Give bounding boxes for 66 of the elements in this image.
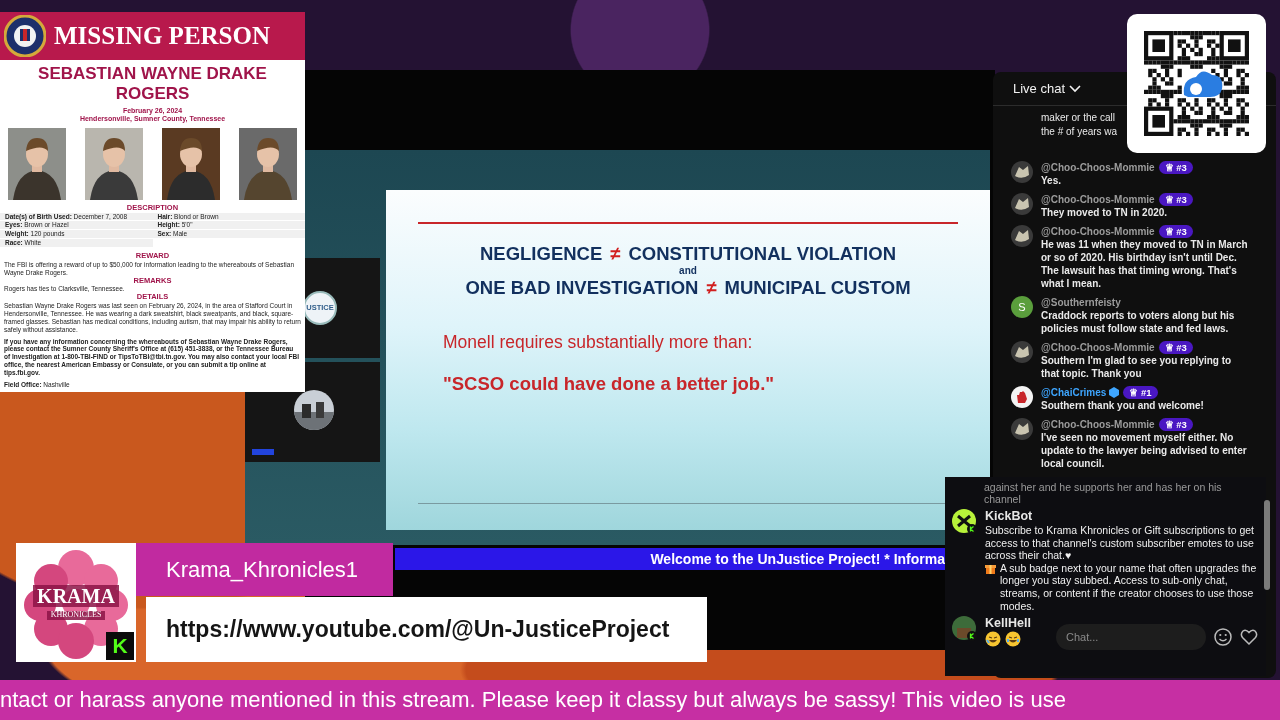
- logo-subtext: KHRONICLES: [46, 611, 106, 620]
- chat-input[interactable]: Chat...: [1056, 624, 1206, 651]
- chat-author[interactable]: KickBot: [985, 509, 1257, 524]
- avatar-letter: S: [1011, 296, 1033, 318]
- chat-author[interactable]: @Choo-Choos-Mommie: [1041, 193, 1155, 206]
- logo-text: KRAMA: [33, 585, 119, 608]
- not-equal-sign: ≠: [706, 276, 717, 300]
- message-text: Yes.: [1041, 174, 1063, 187]
- slide-text: Monell requires substantially more than:: [443, 331, 753, 355]
- avatar-icon: [952, 616, 977, 642]
- slide-heading: CONSTITUTIONAL VIOLATION: [628, 242, 896, 266]
- member-badge: ♕ #3: [1158, 418, 1193, 431]
- member-badge: ♕ #3: [1158, 193, 1193, 206]
- avatar-icon: [1011, 418, 1033, 440]
- chat-author[interactable]: @Choo-Choos-Mommie: [1041, 225, 1155, 238]
- message-text: Southern I'm glad to see you replying to that topic. Thank you: [1041, 354, 1233, 380]
- slide-heading: ONE BAD INVESTIGATION: [465, 276, 699, 300]
- poster-title: MISSING PERSON: [54, 21, 270, 52]
- bot-avatar-icon: [952, 509, 977, 534]
- chat-author[interactable]: @Choo-Choos-Mommie: [1041, 418, 1155, 431]
- smiley-icon: [1214, 628, 1232, 647]
- message-text: Subscribe to Krama Khronicles or Gift subscriptions to get access to that channel's custom subscriber emotes to use across their chat.♥: [985, 524, 1256, 562]
- chat-author[interactable]: @Choo-Choos-Mommie: [1041, 341, 1155, 354]
- member-badge: ♕ #3: [1158, 341, 1193, 354]
- member-badge: ♕ #3: [1158, 161, 1193, 174]
- slide-heading: NEGLIGENCE: [479, 242, 603, 266]
- message-text: Craddock reports to voters along but his policies must follow state and fed laws.: [1041, 309, 1236, 335]
- chat-mode-dropdown[interactable]: Live chat: [1013, 78, 1082, 99]
- message-text: I've seen no movement myself either. No update to the lawyer being advised to enter local council.: [1041, 431, 1248, 470]
- avatar-icon: [1011, 341, 1033, 363]
- message-text: maker or the call: [1041, 111, 1116, 125]
- message-text: A sub badge next to your name that often upgrades the longer you stay subbed. Access to sub-only chat, streams, or content if the creator chooses to use those modes.: [1000, 561, 1257, 613]
- ticker-text: Welcome to the UnJustice Project! * Informa: [650, 549, 945, 569]
- chat-author[interactable]: @ChaiCrimes: [1041, 386, 1107, 399]
- chat-author[interactable]: KellHell: [985, 616, 1031, 632]
- slide-connector: and: [679, 265, 697, 277]
- laughing-emoji-icon: [985, 631, 1001, 648]
- chat-author[interactable]: @Southernfeisty: [1041, 296, 1121, 309]
- slide-quote: "SCSO could have done a better job.": [443, 371, 775, 396]
- member-badge: ♕ #1: [1123, 386, 1158, 399]
- laughing-emoji-icon: [1005, 631, 1021, 648]
- avatar-icon: [1011, 161, 1033, 183]
- seal-icon: [4, 15, 46, 57]
- avatar-icon: [1011, 193, 1033, 215]
- not-equal-sign: ≠: [610, 242, 621, 266]
- verified-icon: [1109, 387, 1120, 398]
- missing-person-name: SEBASTIAN WAYNE DRAKE ROGERS: [37, 64, 268, 104]
- gift-icon: [985, 562, 996, 574]
- name-tag: [252, 449, 274, 455]
- heart-icon: [1240, 628, 1258, 647]
- scrollbar[interactable]: [1264, 500, 1270, 590]
- message-text: the # of years wa: [1041, 124, 1118, 138]
- chevron-down-icon: [1069, 84, 1082, 93]
- member-badge: ♕ #3: [1158, 225, 1193, 238]
- news-crawler: ntact or harass anyone mentioned in this stream. Please keep it classy but always be sassy! This video is use: [0, 680, 1280, 720]
- channel-url: https://www.youtube.com/@Un-JusticeProject: [146, 597, 707, 662]
- avatar-icon: [1011, 386, 1033, 408]
- channel-name-bar: Krama_Khronicles1: [136, 543, 393, 596]
- message-text: Southern thank you and welcome!: [1041, 399, 1205, 412]
- chat-author[interactable]: @Choo-Choos-Mommie: [1041, 161, 1155, 174]
- slide-heading: MUNICIPAL CUSTOM: [724, 276, 911, 300]
- message-text: They moved to TN in 2020.: [1041, 206, 1169, 219]
- message-text: He was 11 when they moved to TN in March or so of 2020. His birthday isn't until Dec. The lawsuit has that timing wrong. That's what I mean.: [1041, 238, 1249, 290]
- chat-message: against her and he supports her and has her on his channel: [983, 481, 1223, 505]
- avatar-icon: [1011, 225, 1033, 247]
- platform-badge: K: [106, 632, 134, 660]
